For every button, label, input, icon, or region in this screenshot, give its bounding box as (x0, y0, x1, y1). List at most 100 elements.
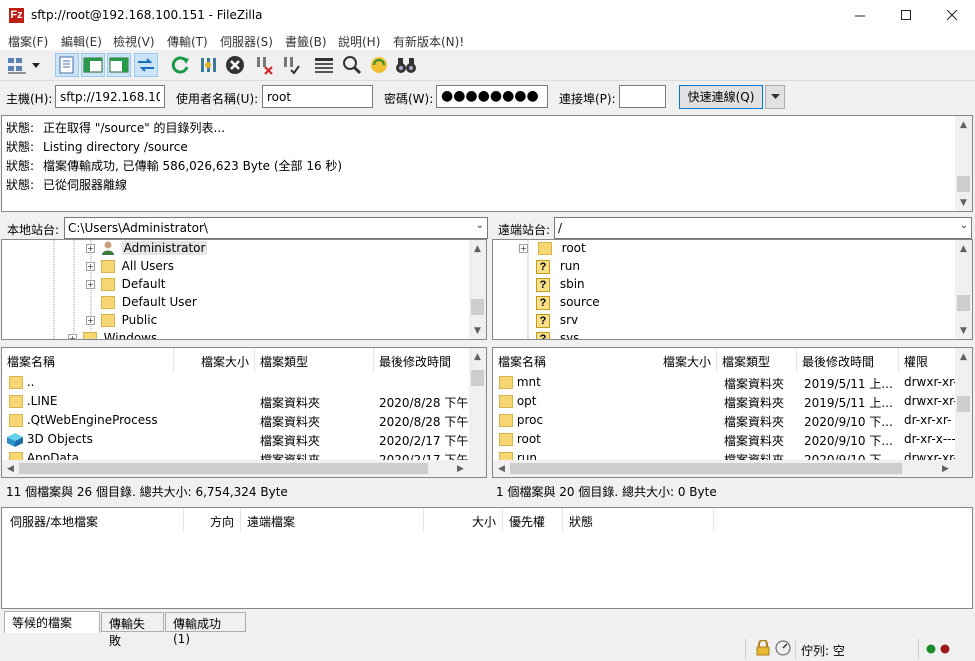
maximize-icon (900, 10, 911, 20)
tab-successful-transfers[interactable]: 傳輸成功 (1) (165, 612, 246, 646)
column-header-type[interactable]: 檔案類型 (255, 348, 374, 372)
scroll-right-arrow-icon[interactable]: ▶ (452, 460, 469, 477)
scroll-left-arrow-icon[interactable]: ◀ (493, 460, 510, 477)
process-queue-button[interactable] (196, 53, 220, 77)
table-row[interactable]: .. (2, 373, 470, 392)
toggle-log-button[interactable] (55, 53, 79, 77)
local-path-combo[interactable]: C:\Users\Administrator\ ⌄ (64, 217, 488, 239)
port-input[interactable] (619, 85, 666, 108)
menu-new-version[interactable]: 有新版本(N)! (393, 33, 464, 50)
tree-item[interactable]: Default User (99, 295, 197, 313)
log-scroll-thumb[interactable] (957, 176, 970, 192)
site-manager-button[interactable] (4, 53, 44, 77)
scroll-up-arrow-icon[interactable]: ▲ (469, 348, 486, 365)
sync-browsing-button[interactable] (367, 53, 391, 77)
remote-list-hscrollbar[interactable]: ◀ ▶ (493, 460, 972, 477)
queue-column-remote[interactable]: 遠端檔案 (241, 508, 424, 531)
scroll-right-arrow-icon[interactable]: ▶ (937, 460, 954, 477)
scroll-down-arrow-icon[interactable]: ▼ (469, 322, 486, 339)
column-header-modified[interactable]: 最後修改時間 (797, 348, 899, 372)
speed-limit-icon[interactable] (775, 640, 791, 656)
tree-item[interactable]: + Windows (68, 331, 157, 339)
table-row[interactable]: mnt 檔案資料夾 2019/5/11 上... drwxr-xr- (493, 373, 957, 392)
remote-path-combo[interactable]: / ⌄ (554, 217, 972, 239)
column-header-modified[interactable]: 最後修改時間 (374, 348, 470, 372)
tree-item[interactable]: ? source (536, 295, 600, 313)
queue-column-local[interactable]: 伺服器/本地檔案 (4, 508, 184, 531)
reconnect-button[interactable] (279, 53, 303, 77)
column-header-type[interactable]: 檔案類型 (717, 348, 797, 372)
local-list-hscrollbar[interactable]: ◀ ▶ (2, 460, 486, 477)
table-row[interactable]: proc 檔案資料夾 2020/9/10 下... dr-xr-xr- (493, 411, 957, 430)
scroll-down-arrow-icon[interactable]: ▼ (955, 322, 972, 339)
scroll-thumb[interactable] (471, 370, 484, 386)
toggle-local-tree-button[interactable] (81, 53, 105, 77)
queue-column-status[interactable]: 狀態 (563, 508, 714, 531)
tree-item[interactable]: ? run (536, 259, 580, 277)
column-header-name[interactable]: 檔案名稱 (2, 348, 174, 372)
scroll-thumb[interactable] (957, 396, 970, 412)
scroll-up-arrow-icon[interactable]: ▲ (955, 240, 972, 257)
table-row[interactable]: .LINE 檔案資料夾 2020/8/28 下午 (2, 392, 470, 411)
remote-list-scrollbar[interactable]: ▲ (955, 348, 972, 460)
scroll-thumb[interactable] (19, 463, 428, 474)
scroll-up-arrow-icon[interactable]: ▲ (469, 240, 486, 257)
cancel-operation-button[interactable] (223, 53, 247, 77)
refresh-button[interactable] (168, 53, 192, 77)
toggle-remote-tree-button[interactable] (107, 53, 131, 77)
log-scrollbar[interactable]: ▲ ▼ (955, 116, 972, 211)
scroll-thumb[interactable] (957, 295, 970, 311)
queue-column-priority[interactable]: 優先權 (503, 508, 563, 531)
menu-bookmarks[interactable]: 書籤(B) (285, 33, 327, 50)
local-tree-scrollbar[interactable]: ▲ ▼ (469, 240, 486, 339)
menu-view[interactable]: 檢視(V) (113, 33, 155, 50)
column-header-permissions[interactable]: 權限 (899, 348, 959, 372)
search-files-button[interactable] (394, 53, 418, 77)
tree-item[interactable]: + Administrator (86, 241, 208, 259)
table-row[interactable]: 3D Objects 檔案資料夾 2020/2/17 下午 (2, 430, 470, 449)
scroll-down-arrow-icon[interactable]: ▼ (955, 194, 972, 211)
quickconnect-button[interactable]: 快速連線(Q) (679, 85, 763, 109)
compare-directories-button[interactable] (340, 53, 364, 77)
menu-file[interactable]: 檔案(F) (8, 33, 48, 50)
toggle-queue-button[interactable] (134, 53, 158, 77)
table-row[interactable]: .QtWebEngineProcess 檔案資料夾 2020/8/28 下午 (2, 411, 470, 430)
tree-item[interactable]: + Default (86, 277, 166, 295)
tree-item[interactable]: ? sbin (536, 277, 585, 295)
menu-edit[interactable]: 編輯(E) (61, 33, 102, 50)
tree-item[interactable]: + root (519, 241, 586, 259)
column-header-size[interactable]: 檔案大小 (174, 348, 255, 372)
tree-item[interactable]: ? srv (536, 313, 578, 331)
host-input[interactable] (55, 85, 165, 108)
tab-failed-transfers[interactable]: 傳輸失敗 (101, 612, 164, 648)
menu-server[interactable]: 伺服器(S) (220, 33, 273, 50)
table-row[interactable]: opt 檔案資料夾 2019/5/11 上... drwxr-xr- (493, 392, 957, 411)
username-input[interactable] (262, 85, 373, 108)
tree-item[interactable]: + All Users (86, 259, 174, 277)
queue-column-direction[interactable]: 方向 (184, 508, 241, 531)
menu-help[interactable]: 說明(H) (338, 33, 380, 50)
scroll-left-arrow-icon[interactable]: ◀ (2, 460, 19, 477)
chevron-down-icon[interactable]: ⌄ (960, 220, 968, 231)
scroll-up-arrow-icon[interactable]: ▲ (955, 348, 972, 365)
scroll-up-arrow-icon[interactable]: ▲ (955, 116, 972, 133)
disconnect-button[interactable] (252, 53, 276, 77)
directory-filter-button[interactable] (312, 53, 336, 77)
close-window-button[interactable] (929, 0, 975, 31)
scroll-thumb[interactable] (471, 299, 484, 315)
table-row[interactable]: root 檔案資料夾 2020/9/10 下... dr-xr-x--- (493, 430, 957, 449)
local-list-scrollbar[interactable]: ▲ (469, 348, 486, 460)
quickconnect-history-dropdown[interactable] (765, 85, 785, 109)
maximize-button[interactable] (883, 0, 929, 31)
minimize-button[interactable] (837, 0, 883, 31)
menu-transfer[interactable]: 傳輸(T) (167, 33, 208, 50)
password-input[interactable]: ●●●●●●●● (436, 85, 548, 108)
scroll-thumb[interactable] (510, 463, 902, 474)
tree-item[interactable]: + Public (86, 313, 157, 331)
column-header-size[interactable]: 檔案大小 (643, 348, 717, 372)
tab-queued-files[interactable]: 等候的檔案 (4, 611, 100, 633)
remote-tree-scrollbar[interactable]: ▲ ▼ (955, 240, 972, 339)
tree-item[interactable]: ? sys (536, 331, 579, 339)
chevron-down-icon[interactable]: ⌄ (476, 220, 484, 231)
queue-column-size[interactable]: 大小 (424, 508, 503, 531)
